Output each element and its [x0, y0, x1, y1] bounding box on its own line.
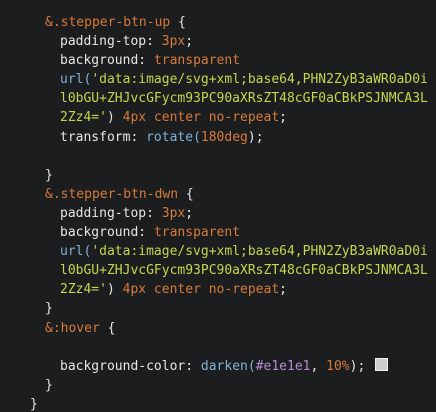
code-line[interactable]: l0bGU+ZHJvcGFycm93PC90aXRsZT48cGF0aCBkPS… [0, 261, 436, 280]
code-token-punct: { [178, 186, 194, 202]
code-token-number: #e1e1e1 [255, 358, 311, 374]
code-line[interactable] [0, 147, 436, 166]
code-token-function: url( [60, 244, 92, 260]
code-line[interactable]: &.stepper-btn-up { [0, 13, 436, 32]
code-token-property: background [60, 53, 139, 69]
code-token-selector: transparent [153, 225, 241, 241]
code-line[interactable]: &.stepper-btn-dwn { [0, 185, 436, 204]
code-token-punct: : [138, 53, 154, 69]
code-token-selector: 180deg [200, 129, 248, 145]
code-token-selector: 3px [161, 34, 186, 50]
code-token-punct: ; [279, 282, 287, 298]
code-token-punct: : [146, 205, 162, 221]
code-token-selector: 3px [161, 205, 186, 221]
code-token-punct: { [170, 15, 186, 30]
code-token-string: 2Zz4=' [60, 110, 107, 126]
code-token-punct: ; [185, 34, 194, 50]
code-token-punct: ); [247, 129, 264, 145]
code-token-punct: } [30, 396, 38, 412]
code-token-string: l0bGU+ZHJvcGFycm93PC90aXRsZT48cGF0aCBkPS… [60, 91, 428, 107]
code-token-string: l0bGU+ZHJvcGFycm93PC90aXRsZT48cGF0aCBkPS… [60, 263, 428, 279]
color-swatch-icon[interactable] [375, 357, 389, 371]
code-line[interactable]: 2Zz4=') 4px center no-repeat; [0, 108, 436, 127]
code-line[interactable]: padding-top: 3px; [0, 204, 436, 223]
code-token-function: darken( [200, 358, 256, 374]
code-token-selector: 4px center no-repeat [122, 282, 280, 298]
code-token-string: 'data:image/svg+xml;base64,PHN2ZyB3aWR0a… [91, 72, 428, 88]
code-token-punct: } [45, 301, 53, 317]
code-line[interactable]: background: transparent [0, 51, 436, 70]
code-line[interactable]: padding-top: 3px; [0, 32, 436, 51]
code-token-punct: ); [349, 358, 366, 374]
code-line[interactable]: } [0, 376, 436, 395]
code-token-punct: : [185, 358, 201, 374]
code-line[interactable]: 2Zz4=') 4px center no-repeat; [0, 280, 436, 299]
code-line[interactable]: background-color: darken(#e1e1e1, 10%); [0, 357, 436, 376]
code-token-selector: &:hover [45, 320, 100, 336]
code-token-selector: &.stepper-btn-up [45, 15, 171, 30]
code-token-selector: transparent [153, 53, 241, 69]
code-token-selector: 4px center no-repeat [122, 110, 280, 126]
code-token-selector: 10% [326, 358, 350, 374]
code-token-punct: , [310, 358, 327, 374]
code-token-string: 'data:image/svg+xml;base64,PHN2ZyB3aWR0a… [91, 244, 428, 260]
code-line[interactable]: } [0, 395, 436, 412]
code-line[interactable]: url('data:image/svg+xml;base64,PHN2ZyB3a… [0, 242, 436, 261]
code-token-punct: ) [106, 282, 123, 298]
code-line[interactable]: background: transparent [0, 223, 436, 242]
code-token-function: rotate( [146, 129, 201, 145]
code-token-punct: ; [279, 110, 287, 126]
code-token-punct: : [146, 34, 162, 50]
code-view[interactable]: &.stepper-btn-up {padding-top: 3px; backg… [0, 13, 436, 412]
code-token-function: url( [60, 72, 92, 88]
code-line[interactable]: transform: rotate(180deg); [0, 128, 436, 147]
code-line[interactable]: l0bGU+ZHJvcGFycm93PC90aXRsZT48cGF0aCBkPS… [0, 89, 436, 108]
code-line[interactable]: url('data:image/svg+xml;base64,PHN2ZyB3a… [0, 70, 436, 89]
code-token-selector: &.stepper-btn-dwn [45, 186, 179, 202]
code-token-punct: } [45, 377, 53, 393]
code-token-property: background-color [60, 358, 186, 374]
code-editor[interactable]: &.stepper-btn-up {padding-top: 3px; backg… [0, 0, 436, 412]
code-token-punct: ) [106, 110, 123, 126]
code-token-string: 2Zz4=' [60, 282, 107, 298]
code-line[interactable]: } [0, 166, 436, 185]
code-token-punct: ; [185, 205, 194, 221]
code-token-punct: : [130, 129, 147, 145]
code-token-property: padding-top [60, 34, 147, 50]
code-token-punct: } [45, 167, 53, 183]
code-token-property: transform [60, 129, 131, 145]
code-line[interactable]: &:hover { [0, 319, 436, 338]
code-line[interactable]: } [0, 299, 436, 318]
code-token-punct: { [99, 320, 116, 336]
code-token-property: background [60, 225, 139, 241]
code-token-punct: : [138, 225, 154, 241]
code-line[interactable] [0, 338, 436, 357]
code-token-property: padding-top [60, 205, 147, 221]
